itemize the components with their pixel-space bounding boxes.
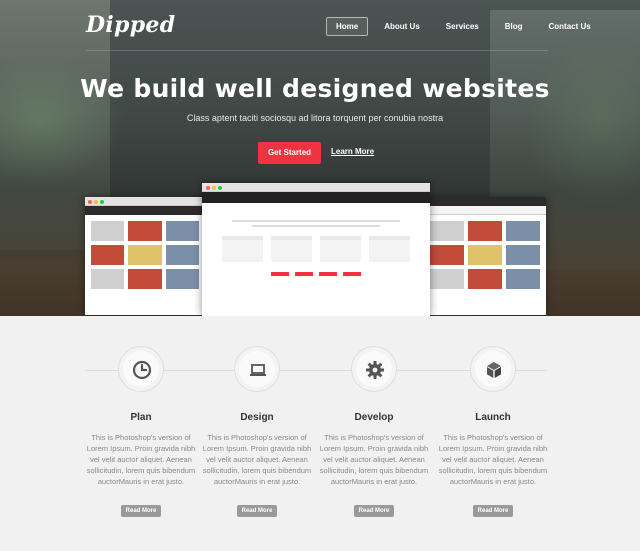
feature-title: Develop (354, 412, 394, 423)
gear-icon (366, 361, 384, 379)
features-section: Plan This is Photoshop's version of Lore… (0, 316, 640, 551)
read-more-button[interactable]: Read More (354, 505, 394, 517)
hero-subtitle: Class aptent taciti sociosqu ad litora t… (186, 113, 444, 123)
clock-icon (132, 360, 152, 380)
nav-item-services[interactable]: Services (436, 17, 489, 36)
feature-icon-circle (234, 346, 280, 392)
feature-description: This is Photoshop's version of Lorem Ips… (319, 433, 429, 486)
preview-screenshot-right (424, 197, 546, 315)
nav-item-about-us[interactable]: About Us (374, 17, 430, 36)
feature-description: This is Photoshop's version of Lorem Ips… (86, 433, 196, 486)
preview-screenshot-left (85, 197, 205, 315)
get-started-button[interactable]: Get Started (258, 142, 321, 164)
feature-title: Launch (475, 412, 511, 423)
preview-screenshot-center (202, 183, 430, 316)
feature-design: Design This is Photoshop's version of Lo… (198, 346, 316, 517)
feature-develop: Develop This is Photoshop's version of L… (315, 346, 433, 517)
feature-icon-circle (118, 346, 164, 392)
box-icon (487, 362, 501, 378)
hero-section: Dipped Home About Us Services Blog Conta… (0, 0, 640, 316)
learn-more-link[interactable]: Learn More (331, 147, 374, 156)
hero-title: We build well designed websites (80, 74, 550, 103)
feature-icon-circle (470, 346, 516, 392)
feature-title: Plan (130, 412, 152, 423)
feature-title: Design (240, 412, 274, 423)
nav-item-blog[interactable]: Blog (495, 17, 533, 36)
nav-item-home[interactable]: Home (326, 17, 369, 36)
feature-description: This is Photoshop's version of Lorem Ips… (202, 433, 312, 486)
read-more-button[interactable]: Read More (473, 505, 513, 517)
feature-plan: Plan This is Photoshop's version of Lore… (82, 346, 200, 517)
nav-item-contact-us[interactable]: Contact Us (539, 17, 601, 36)
feature-description: This is Photoshop's version of Lorem Ips… (438, 433, 548, 486)
read-more-button[interactable]: Read More (121, 505, 161, 517)
nav-divider (86, 50, 548, 51)
feature-icon-circle (351, 346, 397, 392)
read-more-button[interactable]: Read More (237, 505, 277, 517)
site-logo[interactable]: Dipped (86, 12, 175, 38)
laptop-icon (250, 364, 266, 376)
main-nav: Home About Us Services Blog Contact Us (326, 17, 607, 36)
feature-launch: Launch This is Photoshop's version of Lo… (434, 346, 552, 517)
